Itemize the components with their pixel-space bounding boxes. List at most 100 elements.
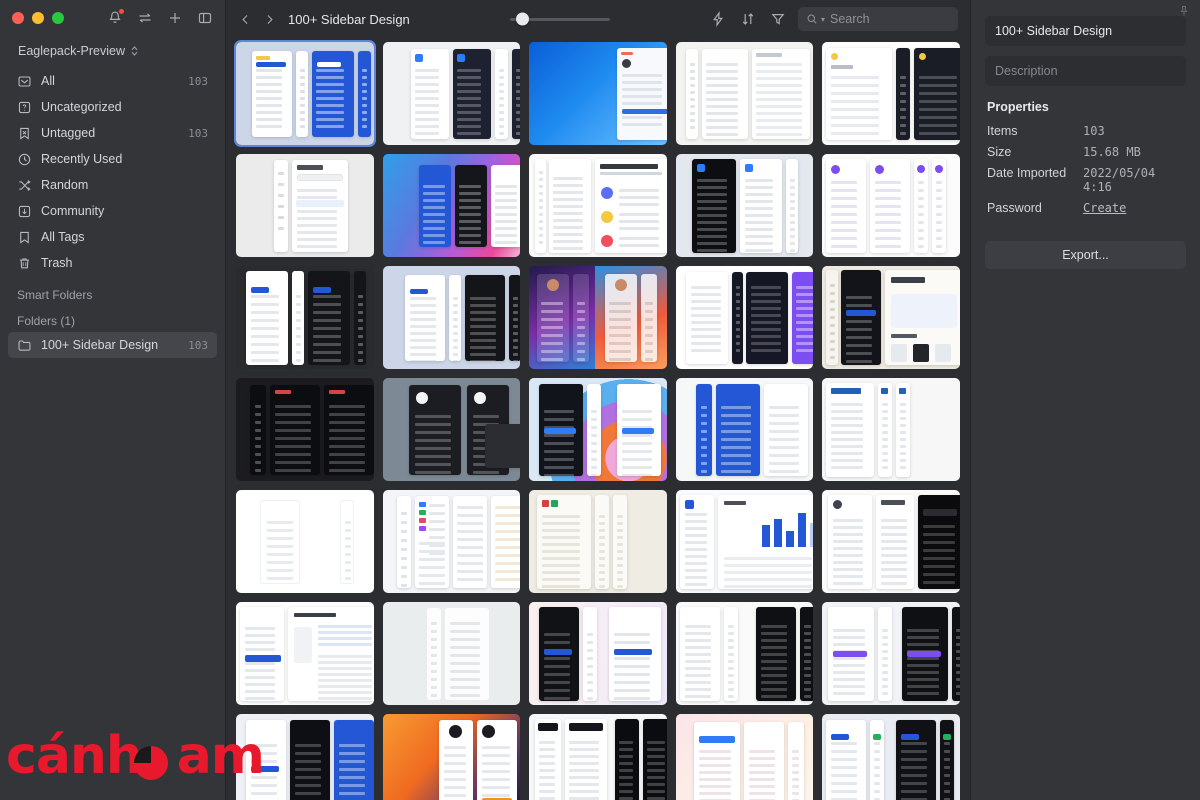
- thumbnail-image: [383, 378, 521, 481]
- thumbnail-cell[interactable]: [529, 266, 667, 369]
- thumbnail-cell[interactable]: [382, 42, 521, 145]
- property-key: Date Imported: [987, 166, 1067, 180]
- thumbnail-grid: [234, 40, 960, 800]
- thumbnail-cell[interactable]: [822, 42, 960, 145]
- plus-icon[interactable]: [167, 10, 183, 26]
- thumbnail-image: [822, 378, 960, 481]
- thumbnail-cell[interactable]: [382, 266, 521, 369]
- inbox-icon: [17, 74, 32, 89]
- transfer-icon[interactable]: [137, 10, 153, 26]
- maximize-button[interactable]: [52, 12, 64, 24]
- thumbnail-cell[interactable]: [675, 490, 814, 593]
- thumbnail-cell[interactable]: [675, 154, 814, 257]
- thumbnail-cell[interactable]: [675, 42, 814, 145]
- sidebar-item-untagged[interactable]: Untagged 103: [8, 120, 217, 146]
- thumbnail-cell[interactable]: [822, 378, 960, 481]
- thumbnail-cell[interactable]: [675, 602, 814, 705]
- folder-title-input[interactable]: 100+ Sidebar Design: [985, 16, 1186, 46]
- property-key: Items: [987, 124, 1018, 138]
- thumbnail-cell[interactable]: [529, 42, 667, 145]
- thumbnail-image: [822, 714, 960, 800]
- thumbnail-cell[interactable]: [822, 714, 960, 800]
- export-button[interactable]: Export...: [985, 241, 1186, 269]
- thumbnail-image: [236, 266, 374, 369]
- bell-icon[interactable]: [107, 9, 124, 26]
- thumbnail-image: [676, 378, 814, 481]
- thumbnail-cell[interactable]: [529, 490, 667, 593]
- thumbnail-cell[interactable]: [234, 40, 376, 147]
- property-row-items: Items 103: [985, 124, 1186, 138]
- thumbnail-cell[interactable]: [529, 714, 667, 800]
- sidebar-folder-100-sidebar-design[interactable]: 100+ Sidebar Design 103: [8, 332, 217, 358]
- thumbnail-cell[interactable]: [236, 490, 374, 593]
- thumbnail-cell[interactable]: [236, 378, 374, 481]
- thumbnail-grid-scroll[interactable]: [226, 38, 970, 800]
- thumbnail-image: [529, 154, 667, 257]
- thumbnail-cell[interactable]: [675, 378, 814, 481]
- forward-button[interactable]: [258, 7, 280, 31]
- sidebar-item-trash[interactable]: Trash: [8, 250, 217, 276]
- thumbnail-cell[interactable]: [236, 154, 374, 257]
- thumbnail-cell[interactable]: [236, 266, 374, 369]
- thumbnail-cell[interactable]: [822, 154, 960, 257]
- thumbnail-cell[interactable]: [382, 378, 521, 481]
- sidebar-item-random[interactable]: Random: [8, 172, 217, 198]
- thumbnail-cell[interactable]: [675, 714, 814, 800]
- thumbnail-cell[interactable]: [675, 266, 814, 369]
- panel-toggle-icon[interactable]: [197, 10, 213, 26]
- filter-icon[interactable]: [770, 11, 786, 27]
- left-sidebar: Eaglepack-Preview All 103 Uncategorized …: [0, 0, 226, 800]
- sort-icon[interactable]: [740, 11, 756, 27]
- thumbnail-image: [822, 42, 960, 145]
- back-button[interactable]: [234, 7, 256, 31]
- thumbnail-image: [529, 42, 667, 145]
- breadcrumb[interactable]: 100+ Sidebar Design: [288, 12, 410, 27]
- description-input[interactable]: Description: [985, 56, 1186, 86]
- properties-panel: 100+ Sidebar Design Description Properti…: [970, 0, 1200, 800]
- search-icon: [806, 13, 818, 25]
- property-key: Password: [987, 201, 1042, 215]
- lightning-icon[interactable]: [710, 11, 726, 27]
- sidebar-item-count: 103: [188, 74, 208, 88]
- thumbnail-cell[interactable]: [236, 714, 374, 800]
- thumbnail-image: [382, 714, 521, 800]
- sidebar-item-label: Untagged: [41, 126, 96, 140]
- property-value: 2022/05/04 4:16: [1083, 166, 1156, 194]
- sidebar-item-community[interactable]: Community: [8, 198, 217, 224]
- thumbnail-cell[interactable]: [529, 602, 667, 705]
- thumbnail-cell[interactable]: [822, 490, 960, 593]
- zoom-slider-thumb[interactable]: [515, 12, 529, 26]
- close-button[interactable]: [12, 12, 24, 24]
- thumbnail-cell[interactable]: [382, 714, 521, 800]
- thumbnail-cell[interactable]: [822, 266, 960, 369]
- thumbnail-cell[interactable]: [822, 602, 960, 705]
- sidebar-item-label: Trash: [41, 256, 73, 270]
- thumbnail-cell[interactable]: [382, 154, 521, 257]
- create-password-link[interactable]: Create: [1083, 201, 1126, 215]
- thumbnail-image: [236, 154, 374, 257]
- property-value: 103: [1083, 124, 1105, 138]
- tag-off-icon: [17, 126, 32, 141]
- library-selector[interactable]: Eaglepack-Preview: [0, 36, 225, 68]
- thumbnail-cell[interactable]: [529, 378, 667, 481]
- main-content: 100+ Sidebar Design ▾ Search: [226, 0, 970, 800]
- sidebar-item-all[interactable]: All 103: [8, 68, 217, 94]
- sidebar-item-recently-used[interactable]: Recently Used: [8, 146, 217, 172]
- search-input[interactable]: ▾ Search: [798, 7, 958, 31]
- zoom-slider[interactable]: [509, 12, 610, 26]
- thumbnail-cell[interactable]: [529, 154, 667, 257]
- traffic-lights[interactable]: [12, 12, 64, 24]
- chevron-down-icon[interactable]: ▾: [821, 15, 825, 24]
- thumbnail-cell[interactable]: [382, 490, 521, 593]
- sidebar-item-uncategorized[interactable]: Uncategorized: [8, 94, 217, 120]
- thumbnail-image: [236, 714, 374, 800]
- thumbnail-image: [676, 154, 814, 257]
- sidebar-item-all-tags[interactable]: All Tags: [8, 224, 217, 250]
- bookmark-icon: [17, 230, 32, 245]
- thumbnail-cell[interactable]: [382, 602, 521, 705]
- pin-icon[interactable]: [1178, 4, 1190, 16]
- minimize-button[interactable]: [32, 12, 44, 24]
- thumbnail-cell[interactable]: [236, 602, 374, 705]
- thumbnail-image: [383, 490, 521, 593]
- eagle-app-window: Eaglepack-Preview All 103 Uncategorized …: [0, 0, 1200, 800]
